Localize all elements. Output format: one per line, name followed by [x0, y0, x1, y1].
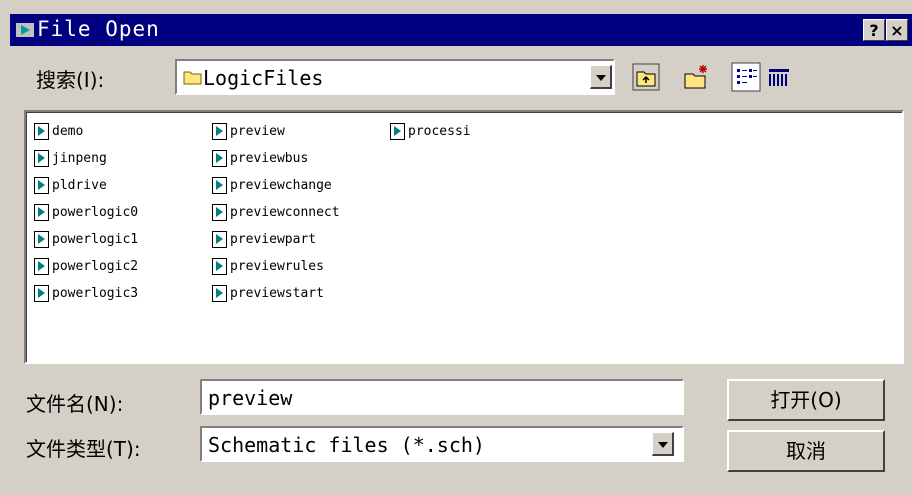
- look-in-dropdown-button[interactable]: [590, 65, 612, 89]
- file-name: previewpart: [230, 232, 317, 247]
- open-button[interactable]: 打开(O): [727, 379, 885, 421]
- list-item[interactable]: powerlogic2: [34, 253, 138, 280]
- list-item[interactable]: processi: [390, 118, 471, 145]
- filename-label: 文件名(N):: [26, 392, 124, 416]
- schematic-file-icon: [212, 258, 227, 275]
- schematic-file-icon: [390, 123, 405, 140]
- file-name: powerlogic1: [52, 232, 139, 247]
- list-view-button[interactable]: [731, 62, 761, 92]
- file-name: preview: [230, 124, 285, 139]
- schematic-file-icon: [34, 231, 49, 248]
- list-item[interactable]: previewchange: [212, 172, 340, 199]
- file-name: demo: [52, 124, 84, 139]
- filename-input[interactable]: preview: [200, 379, 684, 415]
- file-name: previewrules: [230, 259, 324, 274]
- folder-up-icon: [632, 63, 660, 91]
- look-in-label: 搜索(I):: [36, 68, 105, 92]
- file-list[interactable]: demo jinpeng pldrive powerlogic0 powerlogic1…: [24, 110, 904, 364]
- list-item[interactable]: preview: [212, 118, 340, 145]
- cancel-button[interactable]: 取消: [727, 430, 885, 472]
- filename-value: preview: [208, 386, 293, 410]
- file-column-2: preview previewbus previewchange previewcon…: [212, 118, 340, 307]
- list-item[interactable]: jinpeng: [34, 145, 138, 172]
- schematic-file-icon: [212, 204, 227, 221]
- file-name: pldrive: [52, 178, 107, 193]
- list-item[interactable]: previewbus: [212, 145, 340, 172]
- file-name: powerlogic3: [52, 286, 139, 301]
- schematic-file-icon: [34, 258, 49, 275]
- app-icon: [16, 23, 34, 37]
- list-item[interactable]: previewpart: [212, 226, 340, 253]
- new-folder-button[interactable]: [681, 62, 711, 92]
- details-view-button[interactable]: [764, 62, 794, 92]
- file-name: previewstart: [230, 286, 324, 301]
- folder-open-icon: [183, 71, 202, 85]
- schematic-file-icon: [34, 123, 49, 140]
- file-column-1: demo jinpeng pldrive powerlogic0 powerlogic1…: [34, 118, 138, 307]
- list-item[interactable]: powerlogic1: [34, 226, 138, 253]
- file-column-3: processi: [390, 118, 471, 145]
- close-button[interactable]: ×: [886, 19, 908, 41]
- schematic-file-icon: [212, 231, 227, 248]
- filetype-dropdown-button[interactable]: [652, 432, 674, 456]
- filetype-combo[interactable]: Schematic files (*.sch): [200, 426, 684, 462]
- schematic-file-icon: [34, 177, 49, 194]
- list-item[interactable]: demo: [34, 118, 138, 145]
- look-in-combo[interactable]: LogicFiles: [175, 59, 615, 95]
- window-title: File Open: [37, 17, 160, 41]
- schematic-file-icon: [34, 285, 49, 302]
- details-view-icon: [765, 63, 793, 91]
- schematic-file-icon: [34, 150, 49, 167]
- schematic-file-icon: [212, 123, 227, 140]
- look-in-value: LogicFiles: [203, 66, 324, 90]
- list-item[interactable]: powerlogic3: [34, 280, 138, 307]
- schematic-file-icon: [34, 204, 49, 221]
- title-bar[interactable]: File Open ? ×: [10, 14, 912, 46]
- list-view-icon: [731, 62, 761, 92]
- new-folder-icon: [684, 65, 707, 89]
- help-button[interactable]: ?: [863, 19, 885, 41]
- list-item[interactable]: powerlogic0: [34, 199, 138, 226]
- file-name: previewchange: [230, 178, 332, 193]
- file-name: jinpeng: [52, 151, 107, 166]
- filetype-label: 文件类型(T):: [26, 437, 141, 461]
- list-item[interactable]: previewstart: [212, 280, 340, 307]
- list-item[interactable]: previewconnect: [212, 199, 340, 226]
- list-item[interactable]: previewrules: [212, 253, 340, 280]
- filetype-value: Schematic files (*.sch): [208, 433, 485, 457]
- list-item[interactable]: pldrive: [34, 172, 138, 199]
- file-name: powerlogic0: [52, 205, 139, 220]
- file-name: previewconnect: [230, 205, 340, 220]
- up-folder-button[interactable]: [631, 62, 661, 92]
- file-name: processi: [408, 124, 471, 139]
- schematic-file-icon: [212, 285, 227, 302]
- schematic-file-icon: [212, 177, 227, 194]
- schematic-file-icon: [212, 150, 227, 167]
- file-name: previewbus: [230, 151, 309, 166]
- file-name: powerlogic2: [52, 259, 139, 274]
